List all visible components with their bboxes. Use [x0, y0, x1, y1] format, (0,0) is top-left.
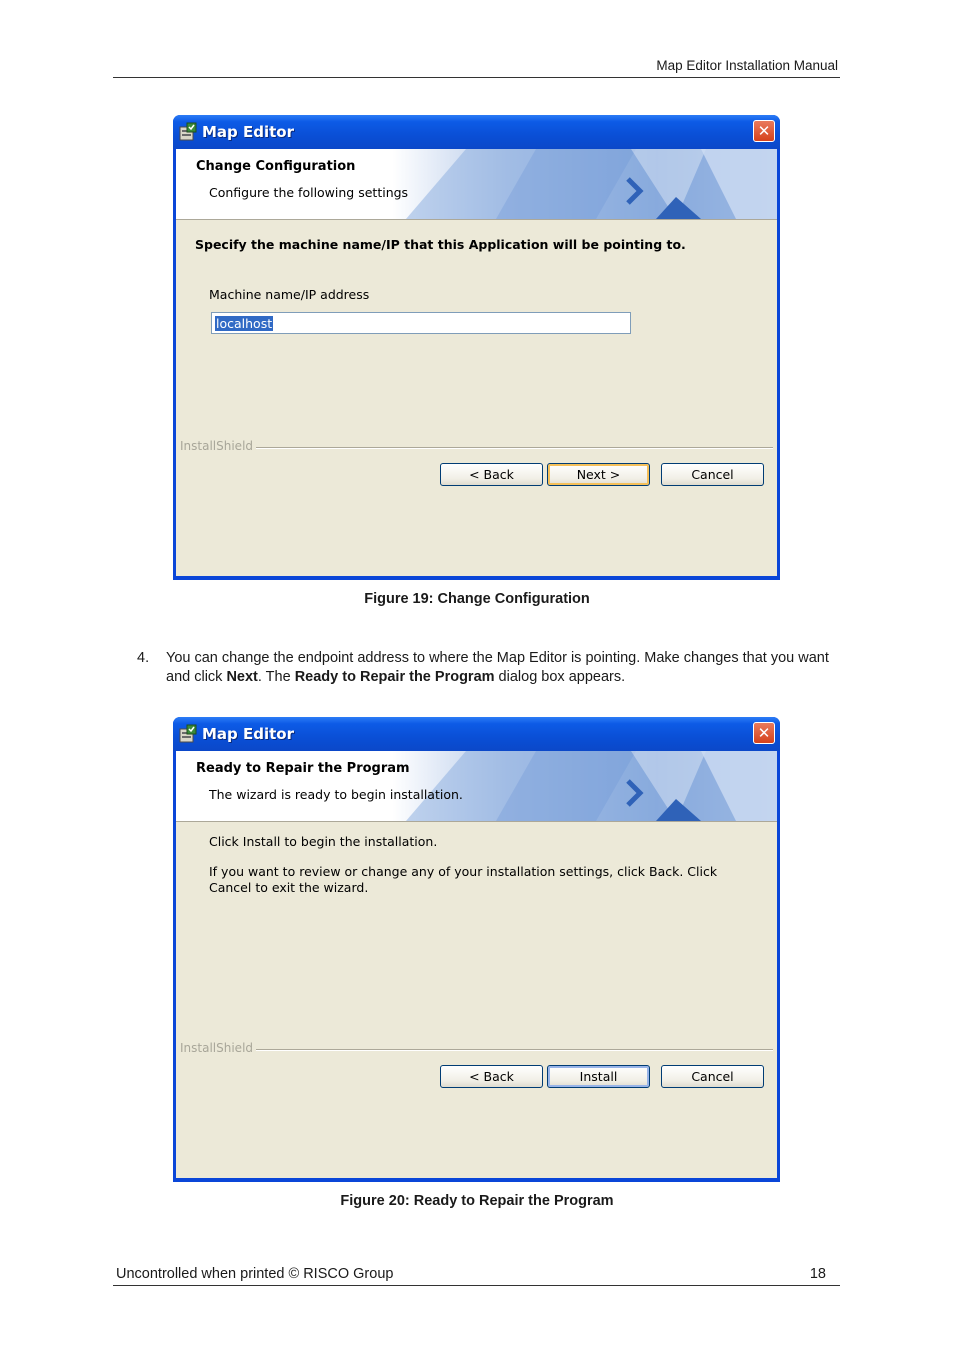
step-text-part: . The	[257, 669, 295, 685]
banner-subtitle: The wizard is ready to begin installatio…	[209, 787, 463, 802]
installer-app-icon	[179, 122, 197, 141]
cancel-button[interactable]: Cancel	[661, 1065, 764, 1088]
installer-app-icon	[179, 724, 197, 743]
divider	[256, 447, 773, 448]
title-bar[interactable]: Map Editor ✕	[173, 717, 780, 751]
ready-to-repair-dialog: Map Editor ✕ Ready to Repair the Program…	[173, 717, 780, 1182]
window-title: Map Editor	[202, 725, 295, 743]
figure-caption: Figure 20: Ready to Repair the Program	[340, 1193, 614, 1209]
step-text-part: dialog box appears.	[494, 669, 626, 685]
close-button[interactable]: ✕	[753, 120, 775, 142]
machine-name-input[interactable]: localhost	[211, 312, 631, 334]
banner: Ready to Repair the Program The wizard i…	[176, 751, 777, 822]
footer-copyright: Uncontrolled when printed © RISCO Group	[116, 1266, 394, 1282]
step-bold-dialog-name: Ready to Repair the Program	[294, 669, 495, 685]
banner-title: Change Configuration	[196, 159, 356, 174]
figure-caption: Figure 19: Change Configuration	[364, 591, 590, 607]
next-button[interactable]: Next >	[547, 463, 650, 486]
page-header: Map Editor Installation Manual	[656, 58, 838, 73]
divider	[256, 1049, 773, 1050]
title-bar[interactable]: Map Editor ✕	[173, 115, 780, 149]
install-instruction: Click Install to begin the installation.	[209, 834, 438, 849]
close-button[interactable]: ✕	[753, 722, 775, 744]
step-bold-next: Next	[226, 669, 258, 685]
back-button[interactable]: < Back	[440, 1065, 543, 1088]
install-button[interactable]: Install	[547, 1065, 650, 1088]
review-instruction: If you want to review or change any of y…	[209, 864, 718, 895]
back-button[interactable]: < Back	[440, 463, 543, 486]
footer-rule	[113, 1285, 840, 1286]
close-icon: ✕	[757, 122, 771, 140]
banner: Change Configuration Configure the follo…	[176, 149, 777, 220]
installshield-brand: InstallShield	[180, 1041, 254, 1055]
banner-subtitle: Configure the following settings	[209, 185, 409, 200]
banner-title: Ready to Repair the Program	[196, 761, 410, 776]
instruction-text: Specify the machine name/IP that this Ap…	[195, 237, 686, 252]
field-label: Machine name/IP address	[209, 287, 370, 302]
step-number: 4.	[137, 650, 150, 666]
page-number: 18	[809, 1266, 826, 1282]
change-configuration-dialog: Map Editor ✕ Change Configuration Config…	[173, 115, 780, 580]
window-title: Map Editor	[202, 123, 295, 141]
step-text: You can change the endpoint address to w…	[166, 649, 836, 687]
close-icon: ✕	[757, 724, 771, 742]
header-rule	[113, 77, 840, 78]
installshield-brand: InstallShield	[180, 439, 254, 453]
machine-name-value: localhost	[215, 316, 274, 331]
cancel-button[interactable]: Cancel	[661, 463, 764, 486]
dialog-client-area: Change Configuration Configure the follo…	[176, 149, 777, 576]
dialog-client-area: Ready to Repair the Program The wizard i…	[176, 751, 777, 1178]
